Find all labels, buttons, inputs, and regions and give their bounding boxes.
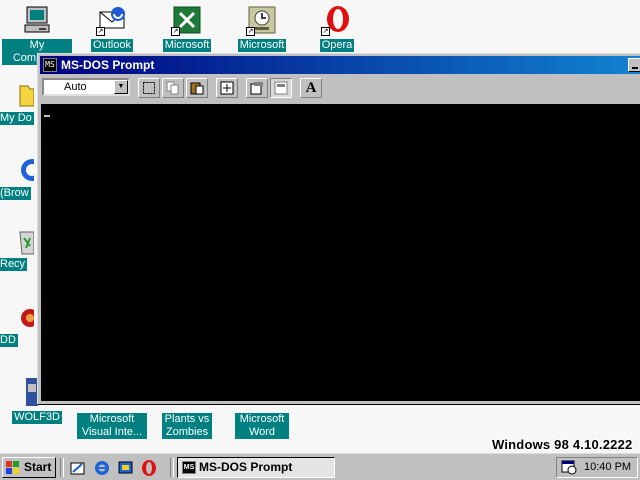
desktop-icon-dd[interactable]: DD bbox=[0, 302, 39, 347]
wolf3d-icon bbox=[24, 378, 38, 408]
show-desktop-icon[interactable] bbox=[69, 459, 87, 477]
minimize-icon bbox=[632, 67, 638, 69]
start-button[interactable]: Start bbox=[2, 457, 56, 478]
desktop-icon-microsoft-excel[interactable]: ↗ Microsoft bbox=[152, 4, 222, 52]
paste-button[interactable] bbox=[186, 78, 208, 98]
properties-button[interactable] bbox=[246, 78, 268, 98]
internet-explorer-icon bbox=[18, 155, 43, 187]
background-icon bbox=[274, 81, 288, 95]
fullscreen-button[interactable] bbox=[216, 78, 238, 98]
taskbar-button-ms-dos-prompt[interactable]: MS MS-DOS Prompt bbox=[177, 457, 335, 478]
desktop-icon-label: DD bbox=[0, 334, 18, 347]
font-icon: A bbox=[305, 80, 317, 96]
desktop-icon-label: Recy bbox=[0, 258, 28, 271]
my-computer-icon bbox=[21, 4, 53, 36]
ms-dos-prompt-window[interactable]: MS MS-DOS Prompt Auto ▼ A bbox=[37, 53, 640, 405]
mark-button[interactable] bbox=[138, 78, 160, 98]
start-label: Start bbox=[24, 460, 52, 474]
desktop-icon-label: WOLF3D bbox=[12, 411, 62, 424]
taskbar-separator bbox=[60, 458, 64, 477]
taskbar: Start MS MS-DOS Prompt 10:40 PM bbox=[0, 453, 640, 480]
minimize-button[interactable] bbox=[628, 58, 640, 72]
background-button[interactable] bbox=[270, 78, 292, 98]
paste-icon bbox=[190, 82, 204, 95]
recycle-bin-icon bbox=[18, 226, 35, 258]
shortcut-arrow-icon: ↗ bbox=[96, 27, 105, 36]
fullscreen-icon bbox=[220, 81, 234, 95]
desktop-icon-microsoft-word[interactable]: Microsoft Word bbox=[227, 412, 297, 439]
folder-icon bbox=[18, 80, 35, 112]
windows-version-watermark: Windows 98 4.10.2222 bbox=[492, 437, 633, 452]
desktop-icon-label: (Brow bbox=[0, 187, 31, 200]
chevron-down-icon[interactable]: ▼ bbox=[114, 80, 128, 94]
taskbar-separator bbox=[170, 458, 174, 477]
desktop-icon-plants-vs-zombies[interactable]: Plants vs Zombies bbox=[152, 412, 222, 439]
desktop-icon-browser[interactable]: (Brow bbox=[0, 155, 43, 200]
desktop-icon-label: My Do bbox=[0, 112, 34, 125]
text-cursor bbox=[44, 115, 50, 117]
outlook-icon: ↗ bbox=[96, 4, 128, 36]
desktop-icon-opera[interactable]: ↗ Opera bbox=[302, 4, 372, 52]
desktop-icon-my-documents[interactable]: My Do bbox=[0, 80, 38, 125]
taskbar-button-label: MS-DOS Prompt bbox=[199, 460, 293, 474]
desktop-icon-label: Microsoft Word bbox=[235, 413, 289, 439]
game-icon bbox=[18, 302, 39, 334]
window-toolbar: Auto ▼ A bbox=[40, 76, 640, 102]
desktop-icon-microsoft-visual-interdev[interactable]: Microsoft Visual Inte... bbox=[77, 412, 147, 439]
shortcut-arrow-icon: ↗ bbox=[321, 27, 330, 36]
ms-dos-icon: MS bbox=[182, 461, 196, 474]
desktop-icon-label: Plants vs Zombies bbox=[162, 413, 212, 439]
channels-icon[interactable] bbox=[117, 459, 135, 477]
console-area[interactable] bbox=[41, 104, 640, 401]
windows-logo-icon bbox=[6, 461, 19, 474]
ms-dos-icon[interactable]: MS bbox=[43, 58, 57, 72]
desktop-icon-label: Microsoft bbox=[237, 39, 287, 52]
window-title-bar[interactable]: MS MS-DOS Prompt bbox=[40, 56, 640, 74]
desktop-icon-label: Opera bbox=[319, 39, 355, 52]
font-button[interactable]: A bbox=[300, 78, 322, 98]
copy-icon bbox=[166, 81, 179, 95]
project-icon: ↗ bbox=[246, 4, 278, 36]
mark-icon bbox=[143, 82, 155, 94]
task-scheduler-icon[interactable] bbox=[561, 459, 577, 475]
opera-icon: ↗ bbox=[321, 4, 353, 36]
font-size-select[interactable]: Auto ▼ bbox=[42, 78, 130, 96]
desktop-icon-label: Microsoft Visual Inte... bbox=[77, 413, 147, 439]
desktop-icon-outlook[interactable]: ↗ Outlook bbox=[77, 4, 147, 52]
copy-button[interactable] bbox=[162, 78, 184, 98]
desktop-icon-microsoft-project[interactable]: ↗ Microsoft bbox=[227, 4, 297, 52]
properties-icon bbox=[250, 82, 263, 95]
font-size-value: Auto bbox=[64, 81, 87, 93]
system-tray: 10:40 PM bbox=[556, 457, 638, 478]
desktop-icon-label: Outlook bbox=[91, 39, 133, 52]
shortcut-arrow-icon: ↗ bbox=[171, 27, 180, 36]
desktop-icon-recycle-bin[interactable]: Recy bbox=[0, 226, 38, 271]
window-title: MS-DOS Prompt bbox=[61, 58, 155, 72]
internet-explorer-icon[interactable] bbox=[93, 459, 111, 477]
opera-icon[interactable] bbox=[140, 459, 158, 477]
shortcut-arrow-icon: ↗ bbox=[246, 27, 255, 36]
excel-icon: ↗ bbox=[171, 4, 203, 36]
clock[interactable]: 10:40 PM bbox=[584, 461, 631, 474]
desktop-icon-label: Microsoft bbox=[162, 39, 212, 52]
